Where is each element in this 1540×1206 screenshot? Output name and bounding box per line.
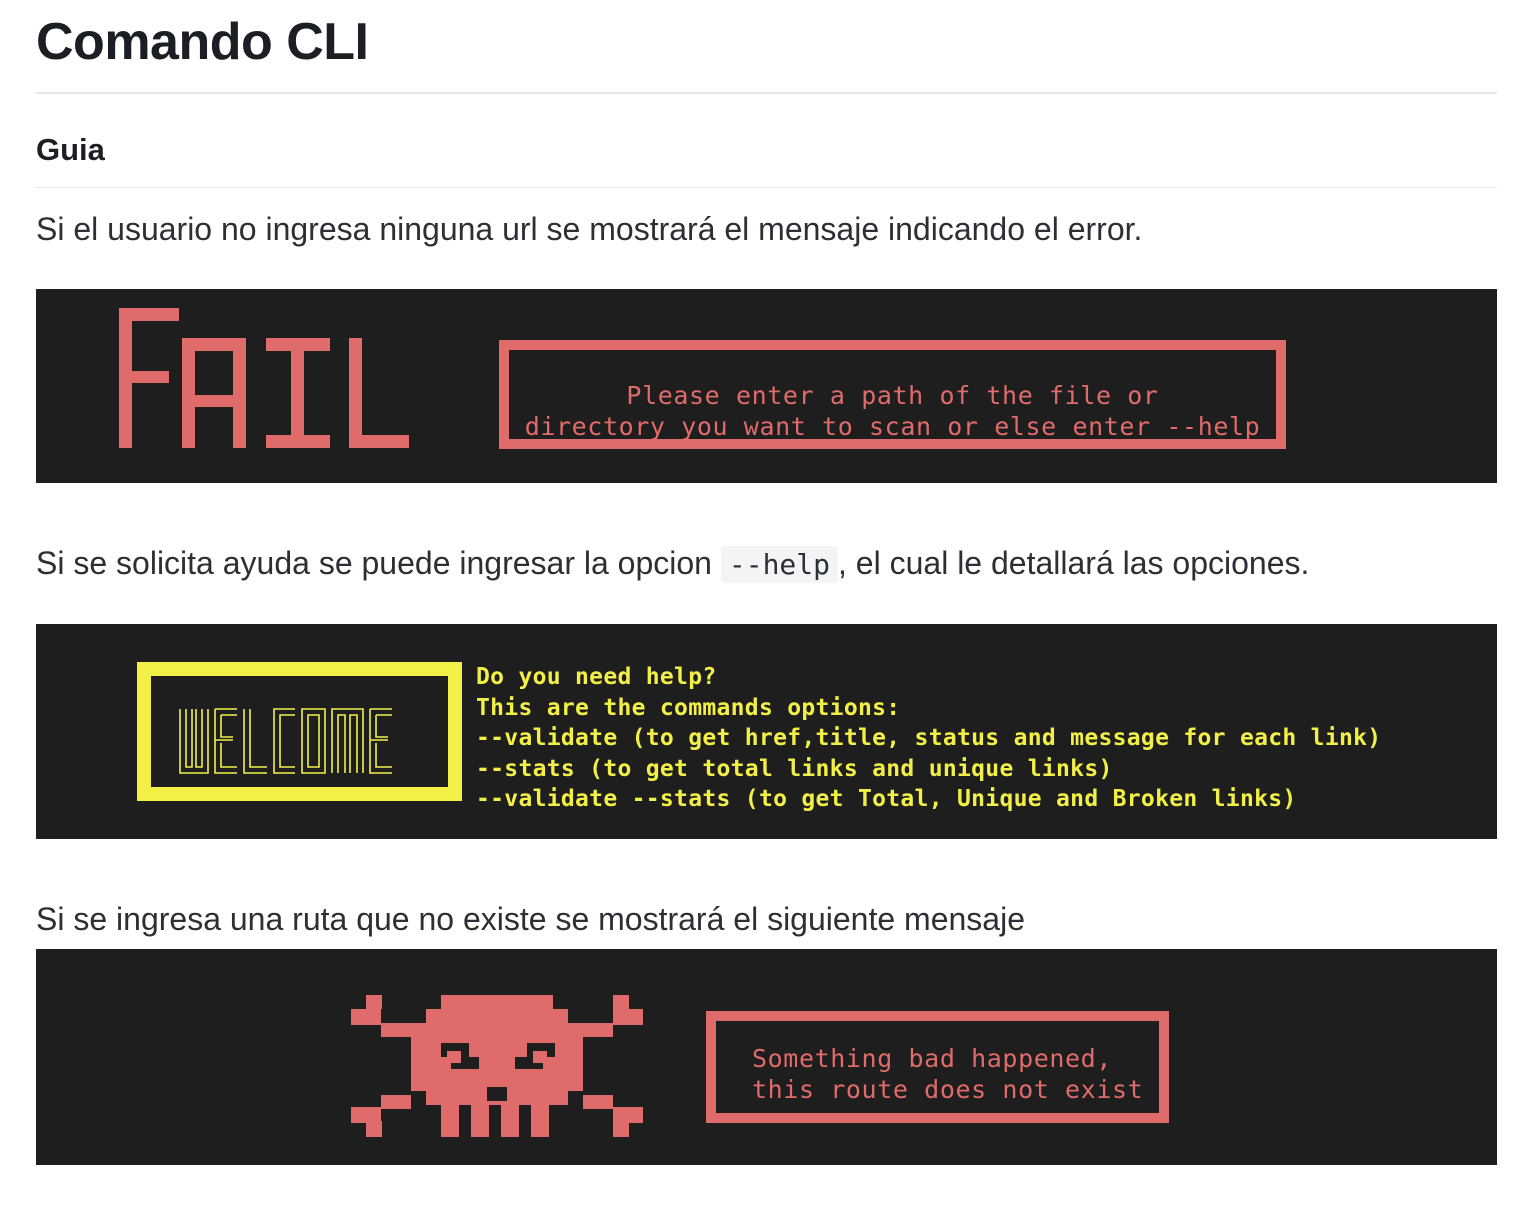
terminal-help-screenshot: Do you need help? This are the commands … — [36, 624, 1497, 839]
route-error-line-2: this route does not exist — [752, 1075, 1144, 1104]
paragraph-help: Si se solicita ayuda se puede ingresar l… — [36, 541, 1309, 587]
title-divider — [36, 92, 1497, 94]
help-line: This are the commands options: — [476, 694, 901, 721]
section-heading: Guia — [36, 132, 105, 167]
welcome-banner — [137, 662, 462, 801]
page-title: Comando CLI — [36, 13, 369, 71]
help-line: --stats (to get total links and unique l… — [476, 755, 1113, 782]
fail-message: Please enter a path of the file or direc… — [509, 380, 1276, 442]
paragraph-route-not-found: Si se ingresa una ruta que no existe se … — [36, 901, 1025, 937]
fail-line-2: directory you want to scan or else enter… — [524, 412, 1261, 441]
route-error-box: Something bad happened, this route does … — [706, 1011, 1169, 1123]
fail-ascii-art — [119, 308, 409, 448]
fail-line-1: Please enter a path of the file or — [626, 381, 1159, 410]
section-divider — [36, 187, 1497, 188]
help-text-after: , el cual le detallará las opciones. — [838, 545, 1310, 581]
fail-message-box: Please enter a path of the file or direc… — [499, 340, 1286, 449]
help-line: --validate (to get href,title, status an… — [476, 725, 1382, 751]
skull-crossbones-icon — [351, 995, 643, 1137]
help-output: Do you need help? This are the commands … — [476, 662, 1381, 815]
help-line: Do you need help? — [476, 664, 717, 690]
route-error-message: Something bad happened, this route does … — [752, 1043, 1143, 1105]
help-text-before: Si se solicita ayuda se puede ingresar l… — [36, 545, 721, 581]
terminal-route-error-screenshot: Something bad happened, this route does … — [36, 949, 1497, 1165]
terminal-fail-screenshot: Please enter a path of the file or direc… — [36, 289, 1497, 483]
paragraph-no-url: Si el usuario no ingresa ninguna url se … — [36, 211, 1143, 247]
route-error-line-1: Something bad happened, — [752, 1044, 1112, 1073]
welcome-ascii-art — [179, 708, 392, 774]
help-line: --validate --stats (to get Total, Unique… — [476, 786, 1297, 812]
help-inline-code: --help — [720, 546, 839, 583]
